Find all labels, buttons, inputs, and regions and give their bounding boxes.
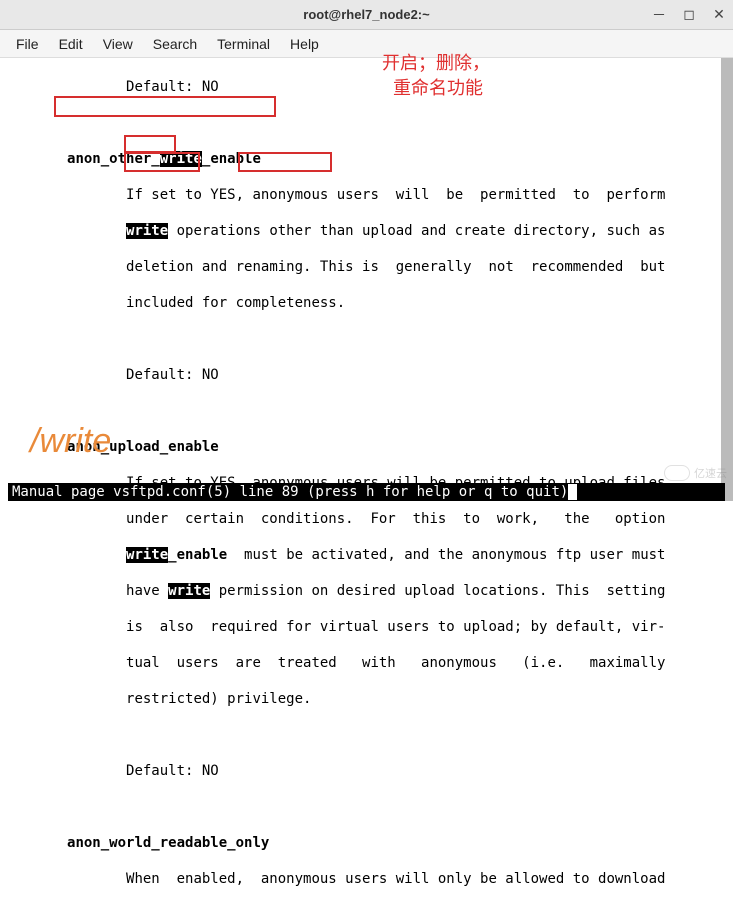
close-button[interactable]: ✕: [713, 9, 725, 21]
text-line: is also required for virtual users to up…: [8, 618, 725, 636]
text-line: tual users are treated with anonymous (i…: [8, 654, 725, 672]
menu-help[interactable]: Help: [280, 32, 329, 56]
watermark-logo-icon: [664, 465, 690, 481]
minimize-button[interactable]: －: [653, 9, 665, 21]
text-line: Default: NO: [8, 78, 725, 96]
text-line: restricted) privilege.: [8, 690, 725, 708]
menu-search[interactable]: Search: [143, 32, 207, 56]
watermark-text: 亿速云: [694, 465, 727, 481]
status-bar: Manual page vsftpd.conf(5) line 89 (pres…: [8, 483, 725, 501]
cursor: [568, 484, 577, 500]
text-line: Default: NO: [8, 762, 725, 780]
option-name: anon_other_write_enable: [8, 150, 725, 168]
text-line: Default: NO: [8, 366, 725, 384]
menu-terminal[interactable]: Terminal: [207, 32, 280, 56]
menu-edit[interactable]: Edit: [49, 32, 93, 56]
text-line: [8, 726, 725, 744]
titlebar: root@rhel7_node2:~ － ◻ ✕: [0, 0, 733, 30]
option-name: anon_upload_enable: [8, 438, 725, 456]
maximize-button[interactable]: ◻: [683, 9, 695, 21]
window-controls: － ◻ ✕: [653, 9, 725, 21]
text-line: write operations other than upload and c…: [8, 222, 725, 240]
text-line: deletion and renaming. This is generally…: [8, 258, 725, 276]
text-line: [8, 402, 725, 420]
option-name: anon_world_readable_only: [8, 834, 725, 852]
status-text: Manual page vsftpd.conf(5) line 89 (pres…: [12, 484, 568, 500]
text-line: write_enable must be activated, and the …: [8, 546, 725, 564]
text-line: under certain conditions. For this to wo…: [8, 510, 725, 528]
text-line: When enabled, anonymous users will only …: [8, 870, 725, 888]
window-title: root@rhel7_node2:~: [0, 7, 733, 22]
text-line: included for completeness.: [8, 294, 725, 312]
text-line: [8, 114, 725, 132]
menu-file[interactable]: File: [6, 32, 49, 56]
menubar: File Edit View Search Terminal Help: [0, 30, 733, 58]
text-line: [8, 798, 725, 816]
text-line: have write permission on desired upload …: [8, 582, 725, 600]
menu-view[interactable]: View: [93, 32, 143, 56]
text-line: [8, 330, 725, 348]
watermark: 亿速云: [664, 465, 727, 481]
text-line: If set to YES, anonymous users will be p…: [8, 186, 725, 204]
